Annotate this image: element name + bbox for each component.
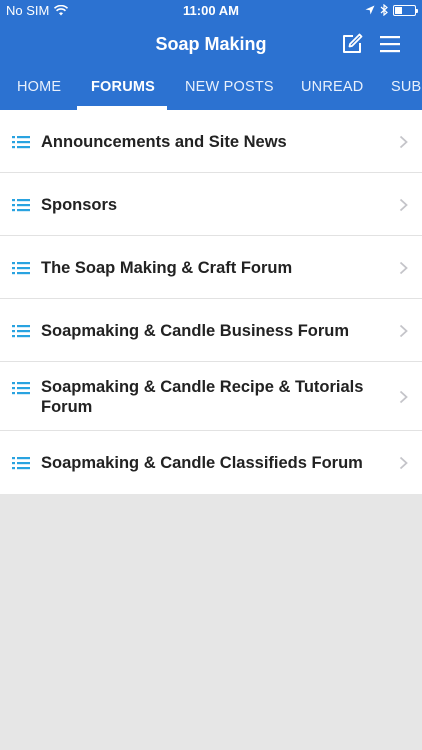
tab-home[interactable]: HOME — [17, 66, 61, 110]
forum-list: Announcements and Site News Sponsors The… — [0, 110, 422, 494]
battery-icon — [393, 4, 418, 16]
forum-row-business-forum[interactable]: Soapmaking & Candle Business Forum — [0, 299, 422, 362]
forum-row-label: Soapmaking & Candle Business Forum — [41, 322, 350, 340]
list-icon — [12, 382, 30, 395]
chevron-right-icon — [399, 135, 408, 149]
forum-row-label: Sponsors — [41, 196, 118, 214]
forum-row-recipe-tutorials[interactable]: Soapmaking & Candle Recipe & Tutorials F… — [0, 362, 422, 431]
tab-subscribed[interactable]: SUBSCRIBED — [391, 66, 422, 110]
location-arrow-icon — [365, 5, 375, 15]
tab-new-posts[interactable]: NEW POSTS — [185, 66, 274, 110]
list-icon — [12, 199, 30, 212]
list-icon — [12, 262, 30, 275]
status-right — [365, 4, 418, 16]
list-icon — [12, 136, 30, 149]
chevron-right-icon — [399, 456, 408, 470]
chevron-right-icon — [399, 324, 408, 338]
forum-row-craft-forum[interactable]: The Soap Making & Craft Forum — [0, 236, 422, 299]
tab-bar: HOME FORUMS NEW POSTS UNREAD SUBSCRIBED — [0, 66, 422, 110]
forum-row-sponsors[interactable]: Sponsors — [0, 173, 422, 236]
battery-level — [395, 6, 402, 14]
title-bar: Soap Making — [0, 22, 422, 66]
forum-row-classifieds[interactable]: Soapmaking & Candle Classifieds Forum — [0, 431, 422, 494]
list-icon — [12, 325, 30, 338]
list-icon — [12, 457, 30, 470]
forum-row-announcements[interactable]: Announcements and Site News — [0, 110, 422, 173]
status-time: 11:00 AM — [183, 3, 239, 18]
compose-icon[interactable] — [340, 32, 364, 56]
status-bar: No SIM 11:00 AM — [0, 0, 422, 22]
tab-unread[interactable]: UNREAD — [301, 66, 363, 110]
chevron-right-icon — [399, 261, 408, 275]
tab-forums[interactable]: FORUMS — [91, 66, 155, 110]
bluetooth-icon — [380, 4, 388, 16]
app-header: No SIM 11:00 AM Soap Making HOME FORUMS … — [0, 0, 422, 110]
hamburger-menu-icon[interactable] — [379, 34, 401, 54]
forum-row-label: The Soap Making & Craft Forum — [41, 259, 293, 277]
chevron-right-icon — [399, 390, 408, 404]
chevron-right-icon — [399, 198, 408, 212]
forum-row-label: Soapmaking & Candle Classifieds Forum — [41, 454, 363, 472]
forum-row-label: Announcements and Site News — [41, 133, 287, 151]
forum-row-label: Soapmaking & Candle Recipe & Tutorials F… — [41, 378, 364, 416]
